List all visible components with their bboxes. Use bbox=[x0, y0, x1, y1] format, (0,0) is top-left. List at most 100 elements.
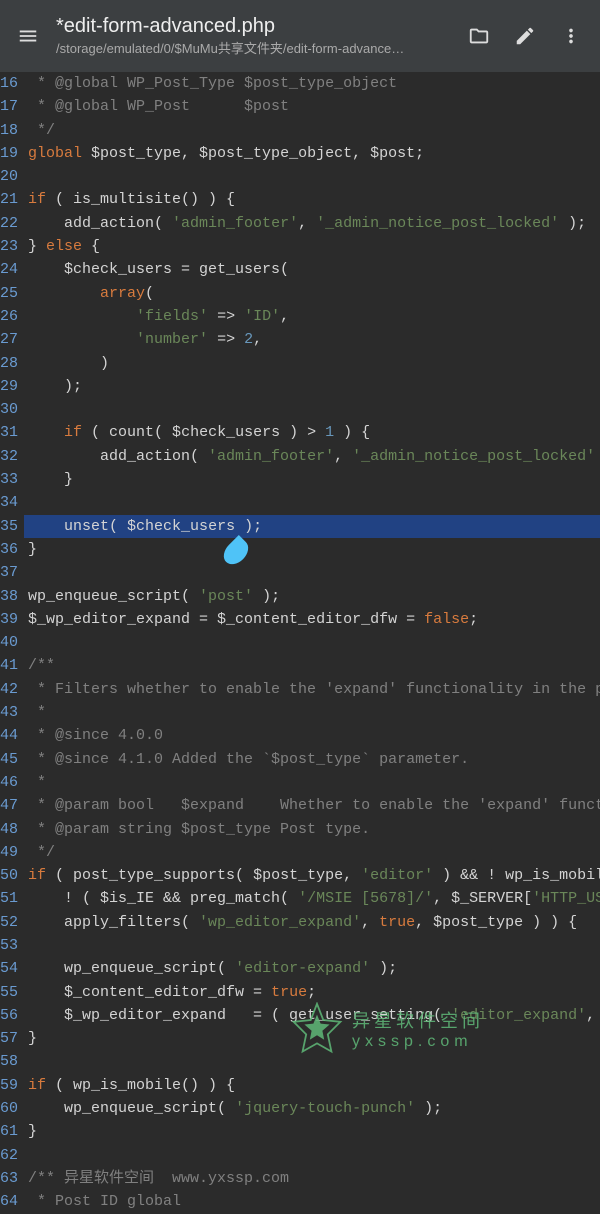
line-number: 63 bbox=[0, 1167, 18, 1190]
line-number: 16 bbox=[0, 72, 18, 95]
line-number: 27 bbox=[0, 328, 18, 351]
line-number: 25 bbox=[0, 282, 18, 305]
code-line[interactable]: * @since 4.0.0 bbox=[28, 724, 600, 747]
line-number: 22 bbox=[0, 212, 18, 235]
code-line[interactable]: */ bbox=[28, 119, 600, 142]
code-line[interactable]: * @global WP_Post_Type $post_type_object bbox=[28, 72, 600, 95]
code-line[interactable]: ) bbox=[28, 352, 600, 375]
code-line[interactable] bbox=[28, 491, 600, 514]
code-line[interactable]: /** 异星软件空间 www.yxssp.com bbox=[28, 1167, 600, 1190]
code-line[interactable] bbox=[28, 1144, 600, 1167]
star-icon bbox=[290, 1002, 344, 1056]
code-line[interactable]: } bbox=[28, 1120, 600, 1143]
line-number: 19 bbox=[0, 142, 18, 165]
code-line[interactable]: apply_filters( 'wp_editor_expand', true,… bbox=[28, 911, 600, 934]
line-number: 36 bbox=[0, 538, 18, 561]
code-line[interactable]: } bbox=[28, 538, 600, 561]
line-number: 49 bbox=[0, 841, 18, 864]
code-line[interactable]: wp_enqueue_script( 'post' ); bbox=[28, 585, 600, 608]
code-line[interactable]: * bbox=[28, 701, 600, 724]
code-line[interactable]: add_action( 'admin_footer', '_admin_noti… bbox=[28, 445, 600, 468]
line-number: 47 bbox=[0, 794, 18, 817]
code-line[interactable]: * Filters whether to enable the 'expand'… bbox=[28, 678, 600, 701]
code-line[interactable] bbox=[28, 561, 600, 584]
code-line[interactable]: ! ( $is_IE && preg_match( '/MSIE [5678]/… bbox=[28, 887, 600, 910]
title-area: *edit-form-advanced.php /storage/emulate… bbox=[56, 15, 458, 57]
line-number: 56 bbox=[0, 1004, 18, 1027]
line-number: 57 bbox=[0, 1027, 18, 1050]
code-line[interactable]: * Post ID global bbox=[28, 1190, 600, 1213]
line-number: 24 bbox=[0, 258, 18, 281]
line-number: 60 bbox=[0, 1097, 18, 1120]
line-number: 58 bbox=[0, 1050, 18, 1073]
edit-icon[interactable] bbox=[504, 15, 546, 57]
code-line[interactable]: * @global WP_Post $post bbox=[28, 95, 600, 118]
line-number: 62 bbox=[0, 1144, 18, 1167]
code-line[interactable]: $_wp_editor_expand = $_content_editor_df… bbox=[28, 608, 600, 631]
code-line[interactable]: * @param bool $expand Whether to enable … bbox=[28, 794, 600, 817]
code-editor[interactable]: 1617181920212223242526272829303132333435… bbox=[0, 72, 600, 1200]
line-number: 21 bbox=[0, 188, 18, 211]
line-number: 52 bbox=[0, 911, 18, 934]
line-number: 53 bbox=[0, 934, 18, 957]
code-line[interactable]: if ( post_type_supports( $post_type, 'ed… bbox=[28, 864, 600, 887]
code-line[interactable]: wp_enqueue_script( 'jquery-touch-punch' … bbox=[28, 1097, 600, 1120]
code-line[interactable]: } else { bbox=[28, 235, 600, 258]
code-line[interactable]: } bbox=[28, 468, 600, 491]
code-line[interactable]: * @since 4.1.0 Added the `$post_type` pa… bbox=[28, 748, 600, 771]
line-number: 29 bbox=[0, 375, 18, 398]
code-line[interactable] bbox=[28, 398, 600, 421]
line-number: 45 bbox=[0, 748, 18, 771]
code-line[interactable]: if ( is_multisite() ) { bbox=[28, 188, 600, 211]
code-line[interactable]: if ( wp_is_mobile() ) { bbox=[28, 1074, 600, 1097]
line-number: 38 bbox=[0, 585, 18, 608]
line-gutter: 1617181920212223242526272829303132333435… bbox=[0, 72, 24, 1200]
code-line[interactable]: if ( count( $check_users ) > 1 ) { bbox=[28, 421, 600, 444]
line-number: 44 bbox=[0, 724, 18, 747]
line-number: 55 bbox=[0, 981, 18, 1004]
line-number: 35 bbox=[0, 515, 18, 538]
watermark: 异星软件空间 yxssp.com bbox=[290, 1002, 484, 1056]
code-line[interactable]: add_action( 'admin_footer', '_admin_noti… bbox=[28, 212, 600, 235]
line-number: 28 bbox=[0, 352, 18, 375]
code-line[interactable]: array( bbox=[28, 282, 600, 305]
line-number: 46 bbox=[0, 771, 18, 794]
line-number: 26 bbox=[0, 305, 18, 328]
line-number: 30 bbox=[0, 398, 18, 421]
line-number: 64 bbox=[0, 1190, 18, 1213]
file-path: /storage/emulated/0/$MuMu共享文件夹/edit-form… bbox=[56, 38, 458, 57]
line-number: 18 bbox=[0, 119, 18, 142]
line-number: 17 bbox=[0, 95, 18, 118]
line-number: 48 bbox=[0, 818, 18, 841]
line-number: 43 bbox=[0, 701, 18, 724]
code-line[interactable] bbox=[28, 934, 600, 957]
line-number: 31 bbox=[0, 421, 18, 444]
code-line[interactable]: 'fields' => 'ID', bbox=[28, 305, 600, 328]
code-line[interactable] bbox=[28, 631, 600, 654]
menu-icon[interactable] bbox=[8, 16, 48, 56]
line-number: 51 bbox=[0, 887, 18, 910]
line-number: 23 bbox=[0, 235, 18, 258]
code-line[interactable]: $check_users = get_users( bbox=[28, 258, 600, 281]
code-line[interactable]: 'number' => 2, bbox=[28, 328, 600, 351]
code-line[interactable]: * @param string $post_type Post type. bbox=[28, 818, 600, 841]
code-line[interactable]: /** bbox=[28, 654, 600, 677]
line-number: 40 bbox=[0, 631, 18, 654]
folder-open-icon[interactable] bbox=[458, 15, 500, 57]
line-number: 42 bbox=[0, 678, 18, 701]
code-line[interactable]: $_content_editor_dfw = true; bbox=[28, 981, 600, 1004]
code-line[interactable]: global $post_type, $post_type_object, $p… bbox=[28, 142, 600, 165]
code-line[interactable]: * bbox=[28, 771, 600, 794]
watermark-text-2: yxssp.com bbox=[352, 1033, 484, 1051]
code-line[interactable]: unset( $check_users ); bbox=[24, 515, 600, 538]
watermark-text-1: 异星软件空间 bbox=[352, 1007, 484, 1033]
code-line[interactable]: */ bbox=[28, 841, 600, 864]
line-number: 54 bbox=[0, 957, 18, 980]
code-line[interactable] bbox=[28, 165, 600, 188]
line-number: 33 bbox=[0, 468, 18, 491]
line-number: 61 bbox=[0, 1120, 18, 1143]
code-line[interactable]: ); bbox=[28, 375, 600, 398]
code-line[interactable]: wp_enqueue_script( 'editor-expand' ); bbox=[28, 957, 600, 980]
header-actions bbox=[458, 15, 592, 57]
more-icon[interactable] bbox=[550, 15, 592, 57]
